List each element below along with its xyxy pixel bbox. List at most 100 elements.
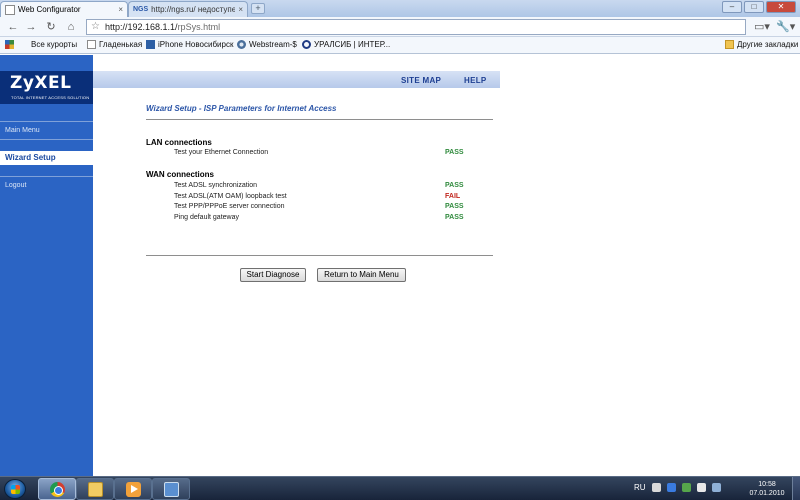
page-icon — [87, 40, 96, 49]
close-tab-icon[interactable]: × — [238, 5, 243, 14]
start-button[interactable] — [4, 479, 26, 499]
close-window-button[interactable]: ✕ — [766, 1, 796, 13]
taskbar: RU 10:58 07.01.2010 — [0, 476, 800, 500]
page-menu-icon[interactable]: ▭▾ — [754, 20, 770, 33]
taskbar-chrome[interactable] — [38, 478, 76, 500]
site-map-link[interactable]: SITE MAP — [401, 76, 441, 85]
bookmark-item[interactable]: Все курорты — [5, 40, 77, 49]
taskbar-network[interactable] — [152, 478, 190, 500]
new-tab-button[interactable]: + — [251, 3, 265, 14]
network-icon — [164, 482, 179, 497]
test-result: PASS — [445, 182, 464, 189]
volume-icon[interactable] — [711, 483, 721, 492]
globe-icon — [237, 40, 246, 49]
reload-icon[interactable]: ↻ — [44, 20, 58, 34]
minimize-button[interactable]: – — [722, 1, 742, 13]
other-bookmarks[interactable]: Другие закладки — [725, 40, 798, 49]
test-row: Test ADSL(ATM OAM) loopback test FAIL — [174, 192, 474, 202]
taskbar-explorer[interactable] — [76, 478, 114, 500]
help-link[interactable]: HELP — [464, 76, 487, 85]
divider — [0, 176, 93, 177]
bookmark-label: Webstream-$ — [249, 40, 297, 49]
wrench-menu-icon[interactable]: 🔧▾ — [776, 20, 795, 33]
bookmark-label: Другие закладки — [737, 40, 799, 49]
bookmark-label: Все курорты — [31, 40, 78, 49]
network-tray-icon[interactable] — [681, 483, 691, 492]
folder-icon — [725, 40, 734, 49]
tray-app-icon[interactable] — [666, 483, 676, 492]
tab-web-configurator[interactable]: Web Configurator × — [0, 1, 128, 17]
tab-ngs[interactable]: NGS http://ngs.ru/ недоступен × — [128, 1, 248, 17]
test-name: Test ADSL synchronization — [174, 182, 258, 189]
browser-toolbar: ← → ↻ ⌂ ☆ http://192.168.1.1/rpSys.html … — [0, 17, 800, 37]
test-row: Test your Ethernet Connection PASS — [174, 148, 474, 158]
test-result: PASS — [445, 203, 464, 210]
return-to-main-menu-button[interactable]: Return to Main Menu — [317, 268, 406, 282]
test-row: Ping default gateway PASS — [174, 213, 474, 223]
bookmark-star-icon[interactable]: ☆ — [91, 20, 100, 34]
show-desktop-button[interactable] — [792, 477, 800, 500]
time: 10:58 — [758, 481, 776, 488]
test-name: Test ADSL(ATM OAM) loopback test — [174, 193, 287, 200]
divider — [146, 119, 493, 120]
bookmark-label: УРАЛСИБ | ИНТЕР... — [314, 40, 391, 49]
test-row: Test ADSL synchronization PASS — [174, 181, 474, 191]
forward-icon[interactable]: → — [24, 20, 38, 34]
logo-text: ZyXEL — [10, 73, 72, 93]
ngs-icon: NGS — [133, 6, 149, 13]
sidebar: ZyXEL TOTAL INTERNET ACCESS SOLUTION Mai… — [0, 55, 93, 476]
home-icon[interactable]: ⌂ — [64, 20, 78, 34]
logo-tagline: TOTAL INTERNET ACCESS SOLUTION — [11, 95, 90, 100]
wan-heading: WAN connections — [146, 170, 215, 179]
tab-title: Web Configurator — [18, 5, 81, 14]
tab-title: http://ngs.ru/ недоступен — [151, 5, 236, 14]
start-diagnose-button[interactable]: Start Diagnose — [240, 268, 306, 282]
sidebar-item-main-menu[interactable]: Main Menu — [0, 125, 93, 136]
page-title: Wizard Setup - ISP Parameters for Intern… — [146, 104, 337, 113]
clock[interactable]: 10:58 07.01.2010 — [745, 480, 789, 498]
bookmark-item[interactable]: УРАЛСИБ | ИНТЕР... — [302, 40, 390, 49]
bookmark-label: iPhone Новосибирск — [158, 40, 234, 49]
explorer-icon — [88, 482, 103, 497]
tab-strip: Web Configurator × NGS http://ngs.ru/ не… — [0, 0, 800, 17]
test-result: FAIL — [445, 193, 461, 200]
divider — [146, 255, 493, 256]
bookmark-label: Гладенькая — [99, 40, 143, 49]
test-result: PASS — [445, 214, 464, 221]
router-top-bar: SITE MAP HELP — [93, 71, 500, 88]
page-icon — [5, 4, 15, 15]
language-indicator[interactable]: RU — [634, 483, 646, 492]
address-bar[interactable]: ☆ http://192.168.1.1/rpSys.html — [86, 19, 746, 35]
bookmarks-bar: Все курорты Гладенькая iPhone Новосибирс… — [0, 37, 800, 54]
bookmark-item[interactable]: iPhone Новосибирск — [146, 40, 233, 49]
lan-heading: LAN connections — [146, 138, 212, 147]
url-host: http://192.168.1.1/ — [105, 22, 178, 32]
tray-arrow-icon[interactable] — [651, 483, 661, 492]
test-row: Test PPP/PPPoE server connection PASS — [174, 202, 474, 212]
chrome-icon — [50, 482, 65, 497]
window-controls: – □ ✕ — [722, 1, 796, 13]
bookmark-item[interactable]: Webstream-$ — [237, 40, 297, 49]
test-name: Ping default gateway — [174, 214, 239, 221]
taskbar-media-player[interactable] — [114, 478, 152, 500]
router-page: ZyXEL TOTAL INTERNET ACCESS SOLUTION Mai… — [0, 55, 800, 476]
close-tab-icon[interactable]: × — [118, 5, 123, 14]
sidebar-item-wizard-setup[interactable]: Wizard Setup — [0, 151, 93, 165]
test-name: Test your Ethernet Connection — [174, 149, 269, 156]
apps-icon — [5, 40, 14, 49]
system-tray: RU — [634, 483, 721, 492]
bank-icon — [302, 40, 311, 49]
url-path: rpSys.html — [177, 22, 221, 32]
site-icon — [146, 40, 155, 49]
bookmark-item[interactable]: Гладенькая — [87, 40, 142, 49]
sidebar-item-logout[interactable]: Logout — [0, 180, 93, 191]
test-result: PASS — [445, 149, 464, 156]
date: 07.01.2010 — [749, 490, 785, 497]
maximize-button[interactable]: □ — [744, 1, 764, 13]
divider — [0, 121, 93, 122]
divider — [0, 139, 93, 140]
flag-icon[interactable] — [696, 483, 706, 492]
back-icon[interactable]: ← — [6, 20, 20, 34]
test-name: Test PPP/PPPoE server connection — [174, 203, 285, 210]
media-player-icon — [126, 482, 141, 497]
